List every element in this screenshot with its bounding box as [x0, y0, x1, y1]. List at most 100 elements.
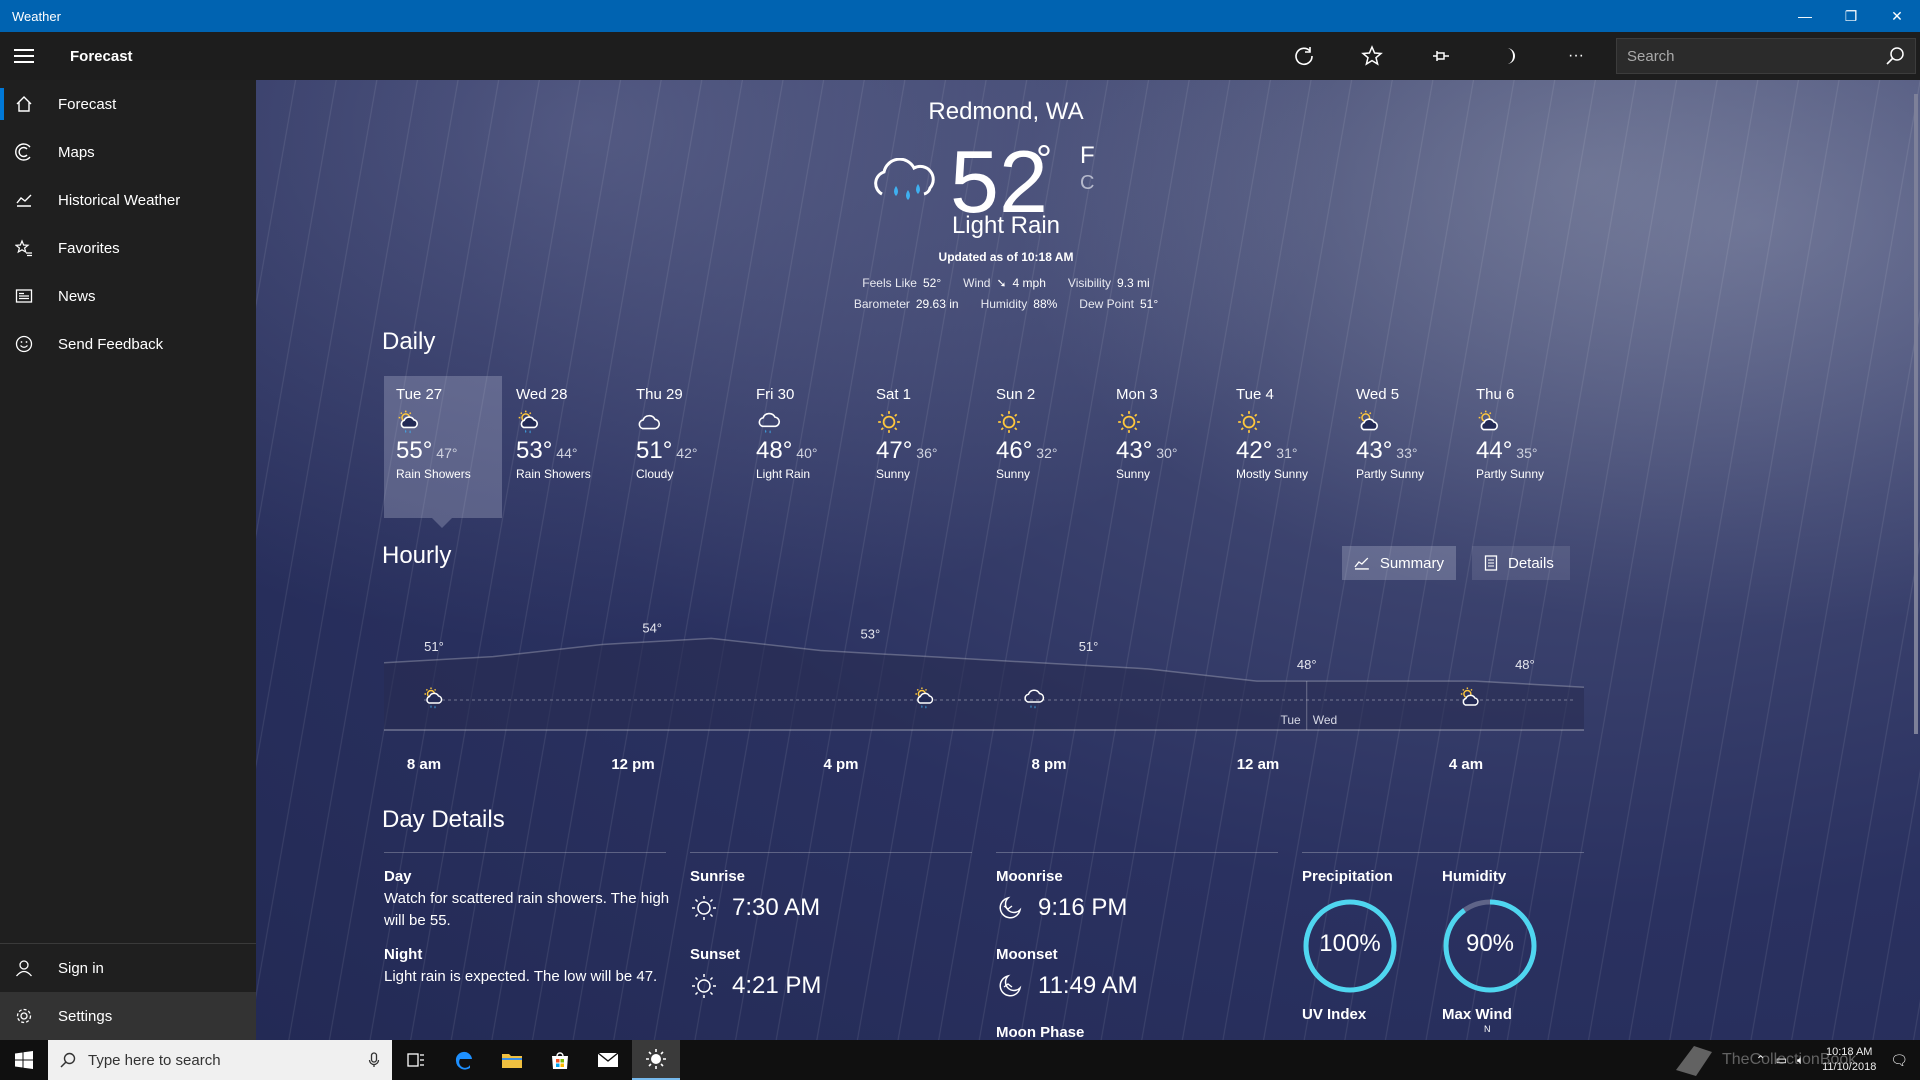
microsoft-store-icon[interactable] — [536, 1040, 584, 1080]
taskbar-search-box[interactable]: Type here to search — [48, 1040, 392, 1080]
weather-app-taskbar-icon[interactable] — [632, 1040, 680, 1080]
details-label: Details — [1508, 554, 1554, 572]
sunrise-label: Sunrise — [690, 868, 746, 885]
daily-forecast-item[interactable]: Tue 4 42° 31° Mostly Sunny — [1224, 376, 1342, 518]
day-high-temp: 43° — [1116, 437, 1153, 464]
unit-celsius[interactable]: C — [1080, 172, 1094, 195]
day-high-temp: 46° — [996, 437, 1033, 464]
current-condition: Light Rain — [951, 212, 1061, 239]
sidebar-item-historical-weather[interactable]: Historical Weather — [0, 176, 256, 224]
day-label: Day — [384, 868, 412, 885]
daily-forecast-item[interactable]: Sun 2 46° 32° Sunny — [984, 376, 1102, 518]
sun-icon — [1116, 409, 1210, 435]
sidebar-item-label: Historical Weather — [58, 191, 181, 209]
daily-forecast-item[interactable]: Tue 27 55° 47° Rain Showers — [384, 376, 502, 528]
wind-label: Wind — [963, 276, 991, 290]
dark-mode-moon-icon[interactable] — [1474, 32, 1542, 80]
daily-forecast-item[interactable]: Thu 29 51° 42° Cloudy — [624, 376, 742, 518]
barometer-value: 29.63 in — [915, 297, 959, 311]
wind-direction-label: N — [1484, 1024, 1491, 1034]
pin-icon[interactable] — [1406, 32, 1474, 80]
hamburger-menu-icon[interactable] — [0, 32, 48, 80]
hourly-temp-label: 54° — [642, 620, 662, 635]
hour-label: 12 pm — [611, 756, 655, 773]
day-low-temp: 33° — [1396, 445, 1418, 461]
daily-forecast-item[interactable]: Mon 3 43° 30° Sunny — [1104, 376, 1222, 518]
day-condition: Cloudy — [636, 467, 674, 481]
microphone-icon[interactable] — [368, 1052, 380, 1068]
forecast-panel[interactable]: Redmond, WA 52 ° F C Light Rain Updated … — [256, 80, 1920, 1040]
sidebar-item-settings[interactable]: Settings — [0, 992, 256, 1040]
moonset-label: Moonset — [996, 946, 1058, 963]
search-input[interactable] — [1627, 47, 1885, 65]
page-title: Forecast — [70, 47, 133, 65]
day-name: Sat 1 — [876, 386, 912, 403]
chart-icon — [0, 176, 48, 224]
max-wind-label: Max Wind — [1442, 1006, 1512, 1023]
day-low-temp: 36° — [916, 445, 938, 461]
divider — [384, 852, 666, 853]
sun-icon — [996, 409, 1090, 435]
hourly-temp-label: 48° — [1515, 657, 1535, 672]
search-icon[interactable] — [1885, 46, 1905, 66]
day-name: Mon 3 — [1116, 386, 1158, 403]
location-name: Redmond, WA — [928, 98, 1084, 125]
sidebar-item-label: Favorites — [58, 239, 120, 257]
app-bar: Forecast ··· — [0, 32, 1920, 80]
day-temperatures: 55° 47° — [396, 437, 490, 465]
current-metrics: Feels Like 52° Wind ➘ 4 mph Visibility 9.3 m… — [816, 276, 1196, 318]
close-button[interactable]: ✕ — [1874, 0, 1920, 32]
details-toggle-button[interactable]: Details — [1472, 546, 1570, 580]
sidebar-item-send-feedback[interactable]: Send Feedback — [0, 320, 256, 368]
divider — [996, 852, 1278, 853]
day-divider-label: Tue — [1280, 713, 1301, 727]
mail-icon[interactable] — [584, 1040, 632, 1080]
daily-forecast-item[interactable]: Wed 5 43° 33° Partly Sunny — [1344, 376, 1462, 518]
daily-forecast-item[interactable]: Thu 6 44° 35° Partly Sunny — [1464, 376, 1582, 518]
task-view-icon[interactable] — [392, 1040, 440, 1080]
day-temperatures: 47° 36° — [876, 437, 970, 465]
hour-label: 8 pm — [1031, 756, 1067, 773]
scrollbar-thumb[interactable] — [1914, 94, 1918, 734]
maps-icon — [0, 128, 48, 176]
unit-fahrenheit[interactable]: F — [1080, 142, 1095, 170]
day-low-temp: 40° — [796, 445, 818, 461]
rain-cloud-icon — [868, 157, 944, 213]
summary-toggle-button[interactable]: Summary — [1342, 546, 1456, 580]
sunrise-time: 7:30 AM — [732, 894, 821, 921]
minimize-button[interactable]: — — [1782, 0, 1828, 32]
sidebar-item-news[interactable]: News — [0, 272, 256, 320]
day-condition: Sunny — [876, 467, 911, 481]
daily-forecast-item[interactable]: Wed 28 53° 44° Rain Showers — [504, 376, 622, 518]
file-explorer-icon[interactable] — [488, 1040, 536, 1080]
sidebar-item-sign-in[interactable]: Sign in — [0, 944, 256, 992]
vertical-scrollbar[interactable] — [1912, 80, 1920, 1040]
day-high-temp: 48° — [756, 437, 793, 464]
refresh-icon[interactable] — [1270, 32, 1338, 80]
dew-point-label: Dew Point — [1079, 297, 1134, 311]
day-name: Fri 30 — [756, 386, 795, 403]
day-condition: Light Rain — [756, 467, 811, 481]
maximize-button[interactable]: ❐ — [1828, 0, 1874, 32]
day-temperatures: 42° 31° — [1236, 437, 1330, 465]
sun-icon — [1236, 409, 1330, 435]
search-box[interactable] — [1616, 38, 1916, 74]
sidebar-item-favorites[interactable]: Favorites — [0, 224, 256, 272]
more-options-button[interactable]: ··· — [1542, 32, 1610, 80]
sun-icon — [876, 409, 970, 435]
action-center-icon[interactable]: 🗨︎ — [1890, 1052, 1908, 1069]
hourly-temperature-chart[interactable]: Tue Wed 51° 54° 53° 51° 48° 48° — [384, 590, 1584, 740]
daily-forecast-item[interactable]: Sat 1 47° 36° Sunny — [864, 376, 982, 518]
day-name: Sun 2 — [996, 386, 1036, 403]
edge-browser-icon[interactable] — [440, 1040, 488, 1080]
day-name: Tue 27 — [396, 386, 443, 403]
title-bar: Weather — ❐ ✕ — [0, 0, 1920, 32]
day-temperatures: 43° 30° — [1116, 437, 1210, 465]
favorite-star-icon[interactable] — [1338, 32, 1406, 80]
daily-forecast-item[interactable]: Fri 30 48° 40° Light Rain — [744, 376, 862, 518]
rain-sun-icon — [516, 409, 610, 435]
sidebar-item-forecast[interactable]: Forecast — [0, 80, 256, 128]
windows-start-icon[interactable] — [0, 1040, 48, 1080]
day-low-temp: 31° — [1276, 445, 1298, 461]
sidebar-item-maps[interactable]: Maps — [0, 128, 256, 176]
